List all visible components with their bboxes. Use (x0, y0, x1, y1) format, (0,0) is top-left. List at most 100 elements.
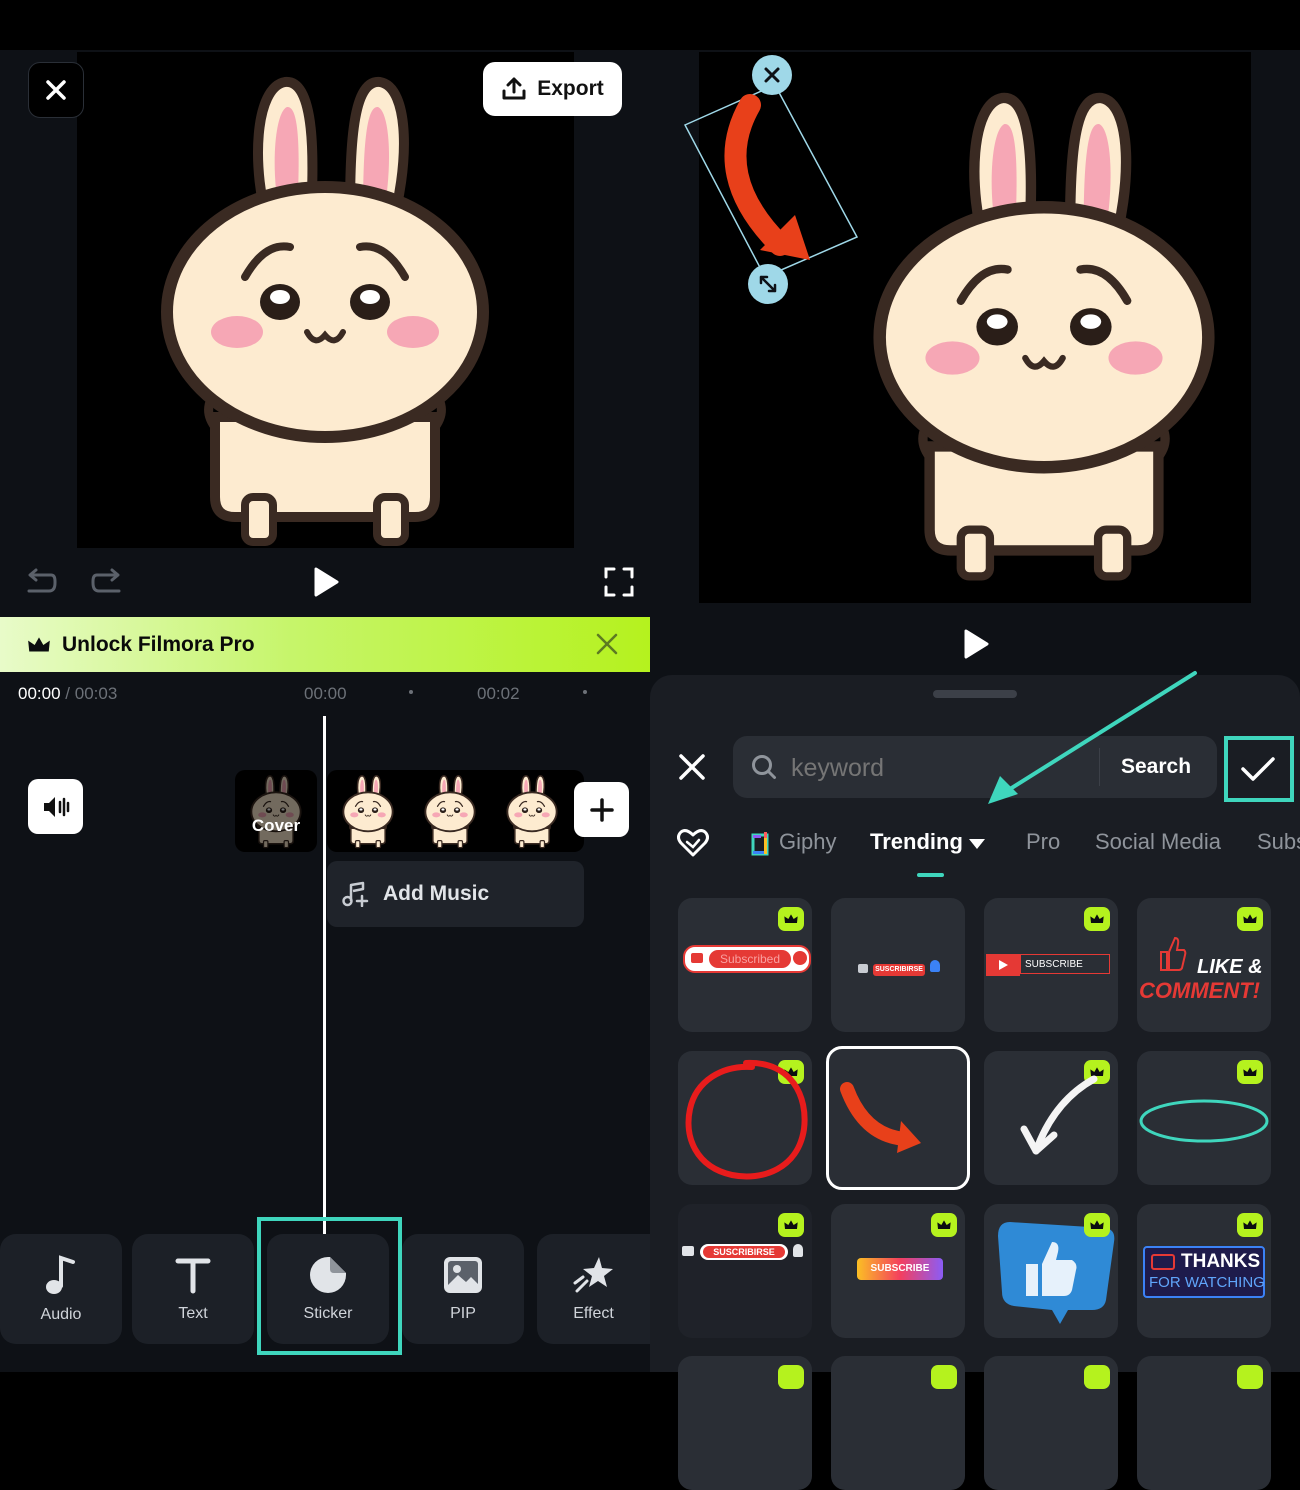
add-music-label: Add Music (383, 882, 490, 905)
sticker-text: SUBSCRIBE (857, 1258, 943, 1280)
category-trending[interactable]: Trending (870, 829, 963, 855)
ruler-dot (409, 690, 413, 694)
play-icon (964, 629, 989, 659)
close-icon (679, 754, 705, 780)
cover-label: Cover (251, 816, 301, 835)
category-social-media[interactable]: Social Media (1095, 829, 1221, 855)
mute-button[interactable] (28, 779, 83, 834)
sticker-tile[interactable]: Subscribed (678, 898, 812, 1032)
thumb-icon (691, 953, 703, 963)
sticker-text: SUBSCRIBE (1020, 954, 1110, 974)
pro-crown-badge (1084, 1213, 1110, 1237)
tool-label: Effect (573, 1305, 614, 1322)
confirm-highlight (1224, 736, 1294, 802)
thanks-frame: THANKS FOR WATCHING (1143, 1246, 1265, 1298)
category-giphy[interactable]: Giphy (779, 829, 836, 855)
tool-audio[interactable]: Audio (0, 1234, 122, 1344)
add-music-track[interactable]: Add Music (327, 861, 584, 927)
play-button[interactable] (306, 562, 346, 602)
sticker-text-line1: LIKE & (1197, 956, 1263, 978)
sticker-tile[interactable] (678, 1356, 812, 1490)
delete-sticker-handle[interactable] (752, 55, 792, 95)
tool-effect[interactable]: Effect (537, 1234, 650, 1344)
crown-icon (1089, 912, 1105, 926)
crown-icon (936, 1218, 952, 1232)
sticker-tile[interactable] (831, 1356, 965, 1490)
bell-icon (930, 960, 940, 972)
time-current: 00:00 (18, 684, 61, 703)
sticker-tile[interactable] (984, 1051, 1118, 1185)
cover-thumbnail (250, 774, 302, 849)
video-clip-frame[interactable] (327, 770, 409, 852)
bell-icon (793, 1244, 803, 1257)
tool-text[interactable]: Text (132, 1234, 254, 1344)
clip-thumbnail (424, 774, 476, 849)
sticker-tile[interactable]: SUBSCRIBE (984, 898, 1118, 1032)
add-clip-button[interactable] (574, 782, 629, 837)
time-separator: / (65, 684, 71, 703)
close-banner-icon[interactable] (596, 633, 618, 655)
thumb-icon (858, 964, 868, 973)
pro-crown-badge (1237, 907, 1263, 931)
sticker-tile[interactable]: SUSCRIBIRSE (831, 898, 965, 1032)
sticker-tile[interactable]: SUSCRIBIRSE (678, 1204, 812, 1338)
sticker-tile[interactable]: LIKE & COMMENT! (1137, 898, 1271, 1032)
sticker-text: SUSCRIBIRSE (873, 964, 925, 976)
tool-label: PIP (450, 1305, 476, 1322)
play-button-sticker[interactable] (958, 626, 994, 662)
pro-crown-badge (778, 1365, 804, 1389)
crown-icon (1242, 1065, 1258, 1079)
favorites-icon[interactable] (677, 828, 709, 858)
playhead[interactable] (323, 716, 326, 1236)
unlock-pro-banner[interactable]: Unlock Filmora Pro (0, 617, 650, 672)
sticker-tile[interactable] (984, 1204, 1118, 1338)
close-icon (764, 67, 780, 83)
cover-clip[interactable]: Cover (235, 770, 317, 852)
pro-crown-badge (931, 1365, 957, 1389)
youtube-play-icon (986, 954, 1020, 976)
undo-icon (27, 568, 57, 593)
video-clip-frame[interactable] (491, 770, 584, 852)
sticker-tile[interactable] (1137, 1356, 1271, 1490)
crown-icon (783, 912, 799, 926)
ruler-label-0: 00:00 (304, 684, 347, 703)
bell-icon (793, 951, 807, 965)
video-preview[interactable] (77, 52, 574, 548)
sticker-tile[interactable] (678, 1051, 812, 1185)
upload-icon (502, 77, 526, 100)
star-burst-icon (573, 1257, 613, 1293)
unlock-pro-label: Unlock Filmora Pro (62, 632, 255, 656)
redo-button[interactable] (88, 562, 128, 602)
close-editor-button[interactable] (28, 62, 84, 118)
sticker-tile-selected[interactable] (826, 1046, 970, 1190)
search-icon (752, 755, 776, 779)
sticker-tile[interactable]: SUBSCRIBE (831, 1204, 965, 1338)
category-subs[interactable]: Subs (1257, 829, 1300, 855)
category-pro[interactable]: Pro (1026, 829, 1060, 855)
pro-crown-badge (1237, 1365, 1263, 1389)
tool-pip[interactable]: PIP (402, 1234, 524, 1344)
sticker-tool-highlight (257, 1217, 402, 1355)
sticker-tile[interactable] (984, 1356, 1118, 1490)
pro-crown-badge (1084, 1365, 1110, 1389)
fullscreen-button[interactable] (599, 562, 639, 602)
pro-crown-badge (1237, 1060, 1263, 1084)
undo-button[interactable] (20, 562, 60, 602)
time-total: 00:03 (74, 684, 118, 703)
sticker-tile[interactable] (1137, 1051, 1271, 1185)
crown-icon (1242, 912, 1258, 926)
export-button[interactable]: Export (483, 62, 622, 116)
sticker-tile[interactable]: THANKS FOR WATCHING (1137, 1204, 1271, 1338)
dropdown-caret-icon[interactable] (968, 838, 986, 850)
sticker-text: SUSCRIBIRSE (703, 1246, 785, 1258)
pro-crown-badge (1084, 907, 1110, 931)
resize-sticker-handle[interactable] (748, 264, 788, 304)
sticker-text-line2: COMMENT! (1139, 978, 1260, 1003)
thumb-icon (682, 1246, 694, 1256)
video-clip-frame[interactable] (409, 770, 491, 852)
close-sticker-panel-button[interactable] (672, 747, 712, 787)
sticker-text: Subscribed (709, 950, 791, 968)
crown-icon (1242, 1218, 1258, 1232)
ruler-dot (583, 690, 587, 694)
plus-icon (589, 797, 614, 822)
